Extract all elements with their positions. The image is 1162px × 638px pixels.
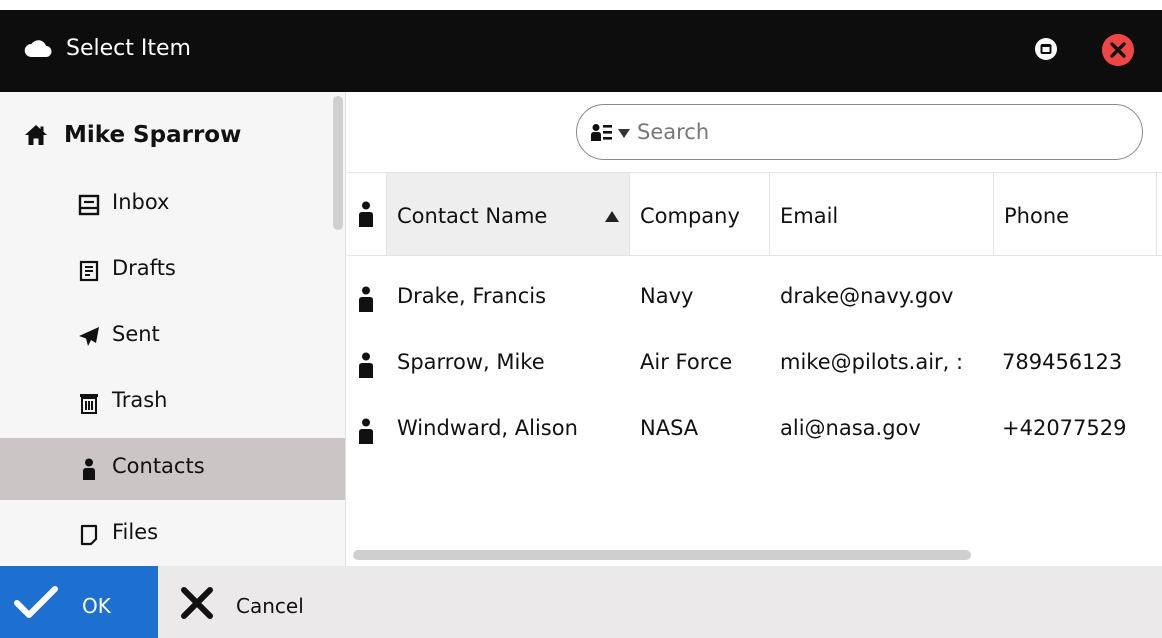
sidebar-item-label: Drafts [112, 256, 176, 280]
ok-button[interactable]: OK [0, 566, 158, 638]
company-cell: Navy [640, 284, 694, 308]
sidebar-item-drafts[interactable]: Drafts [0, 240, 345, 302]
sidebar-item-label: Inbox [112, 190, 170, 214]
contact-name-cell: Windward, Alison [397, 416, 578, 440]
inbox-icon [78, 194, 100, 216]
checkmark-icon [14, 586, 58, 618]
sidebar-item-contacts[interactable]: Contacts [0, 438, 345, 500]
contact-name-cell: Sparrow, Mike [397, 350, 545, 374]
restore-icon[interactable] [1034, 37, 1058, 61]
sidebar-item-label: Contacts [112, 454, 205, 478]
column-header-company[interactable]: Company [630, 173, 770, 255]
chevron-down-icon[interactable] [618, 129, 630, 138]
trash-icon [80, 394, 98, 414]
sidebar-item-label: Trash [112, 388, 168, 412]
account-name: Mike Sparrow [64, 122, 242, 148]
column-header-label: Contact Name [397, 204, 548, 228]
sidebar-item-label: Files [112, 520, 159, 544]
email-cell: ali@nasa.gov [780, 416, 921, 440]
person-icon [359, 418, 373, 444]
sidebar-item-files[interactable]: Files [0, 504, 345, 566]
file-icon [80, 524, 98, 546]
column-header-email[interactable]: Email [770, 173, 994, 255]
person-icon [359, 286, 373, 312]
paper-plane-icon [79, 327, 99, 346]
company-cell: NASA [640, 416, 699, 440]
person-icon [83, 458, 95, 480]
window-title: Select Item [66, 36, 191, 61]
cloud-icon [24, 40, 52, 57]
icon-column-header[interactable] [347, 173, 387, 255]
sidebar-item-sent[interactable]: Sent [0, 306, 345, 368]
search-box[interactable] [576, 104, 1143, 160]
phone-cell: +42077529 [1002, 416, 1127, 440]
column-header-contact-name[interactable]: Contact Name [387, 173, 630, 255]
table-row[interactable]: Sparrow, Mike Air Force mike@pilots.air,… [347, 332, 1162, 398]
ok-button-label: OK [82, 594, 111, 618]
email-cell: drake@navy.gov [780, 284, 954, 308]
close-icon [181, 587, 213, 619]
table-row[interactable]: Windward, Alison NASA ali@nasa.gov +4207… [347, 398, 1162, 464]
column-header-phone[interactable]: Phone [994, 173, 1157, 255]
home-icon [25, 125, 47, 145]
person-icon [359, 352, 373, 378]
sidebar-item-trash[interactable]: Trash [0, 372, 345, 434]
person-icon [359, 201, 373, 227]
phone-cell: 789456123 [1002, 350, 1123, 374]
sidebar-item-label: Sent [112, 322, 160, 346]
sidebar-item-inbox[interactable]: Inbox [0, 174, 345, 236]
cancel-button-label: Cancel [236, 594, 304, 618]
contacts-table: Contact Name Company Email Phone Drake, … [347, 172, 1162, 566]
column-header-label: Email [780, 204, 839, 228]
horizontal-scrollbar[interactable] [353, 550, 971, 560]
title-bar: Select Item [0, 0, 1162, 92]
cancel-button[interactable]: Cancel [158, 566, 358, 638]
dialog-footer: OK Cancel [0, 566, 1162, 638]
contact-name-cell: Drake, Francis [397, 284, 547, 308]
table-header: Contact Name Company Email Phone [347, 172, 1162, 256]
column-header-label: Phone [1004, 204, 1070, 228]
sidebar: Mike Sparrow Inbox Drafts Sent Trash Con… [0, 92, 346, 566]
column-header-label: Company [640, 204, 740, 228]
search-input[interactable] [637, 115, 1117, 149]
sort-ascending-icon [605, 211, 619, 222]
account-node[interactable]: Mike Sparrow [24, 120, 241, 150]
email-cell: mike@pilots.air, : [780, 350, 964, 374]
contacts-panel: Contact Name Company Email Phone Drake, … [347, 92, 1162, 566]
table-row[interactable]: Drake, Francis Navy drake@navy.gov [347, 266, 1162, 332]
drafts-icon [79, 260, 99, 282]
contact-list-icon[interactable] [591, 123, 613, 143]
company-cell: Air Force [640, 350, 733, 374]
close-icon[interactable] [1102, 34, 1134, 66]
